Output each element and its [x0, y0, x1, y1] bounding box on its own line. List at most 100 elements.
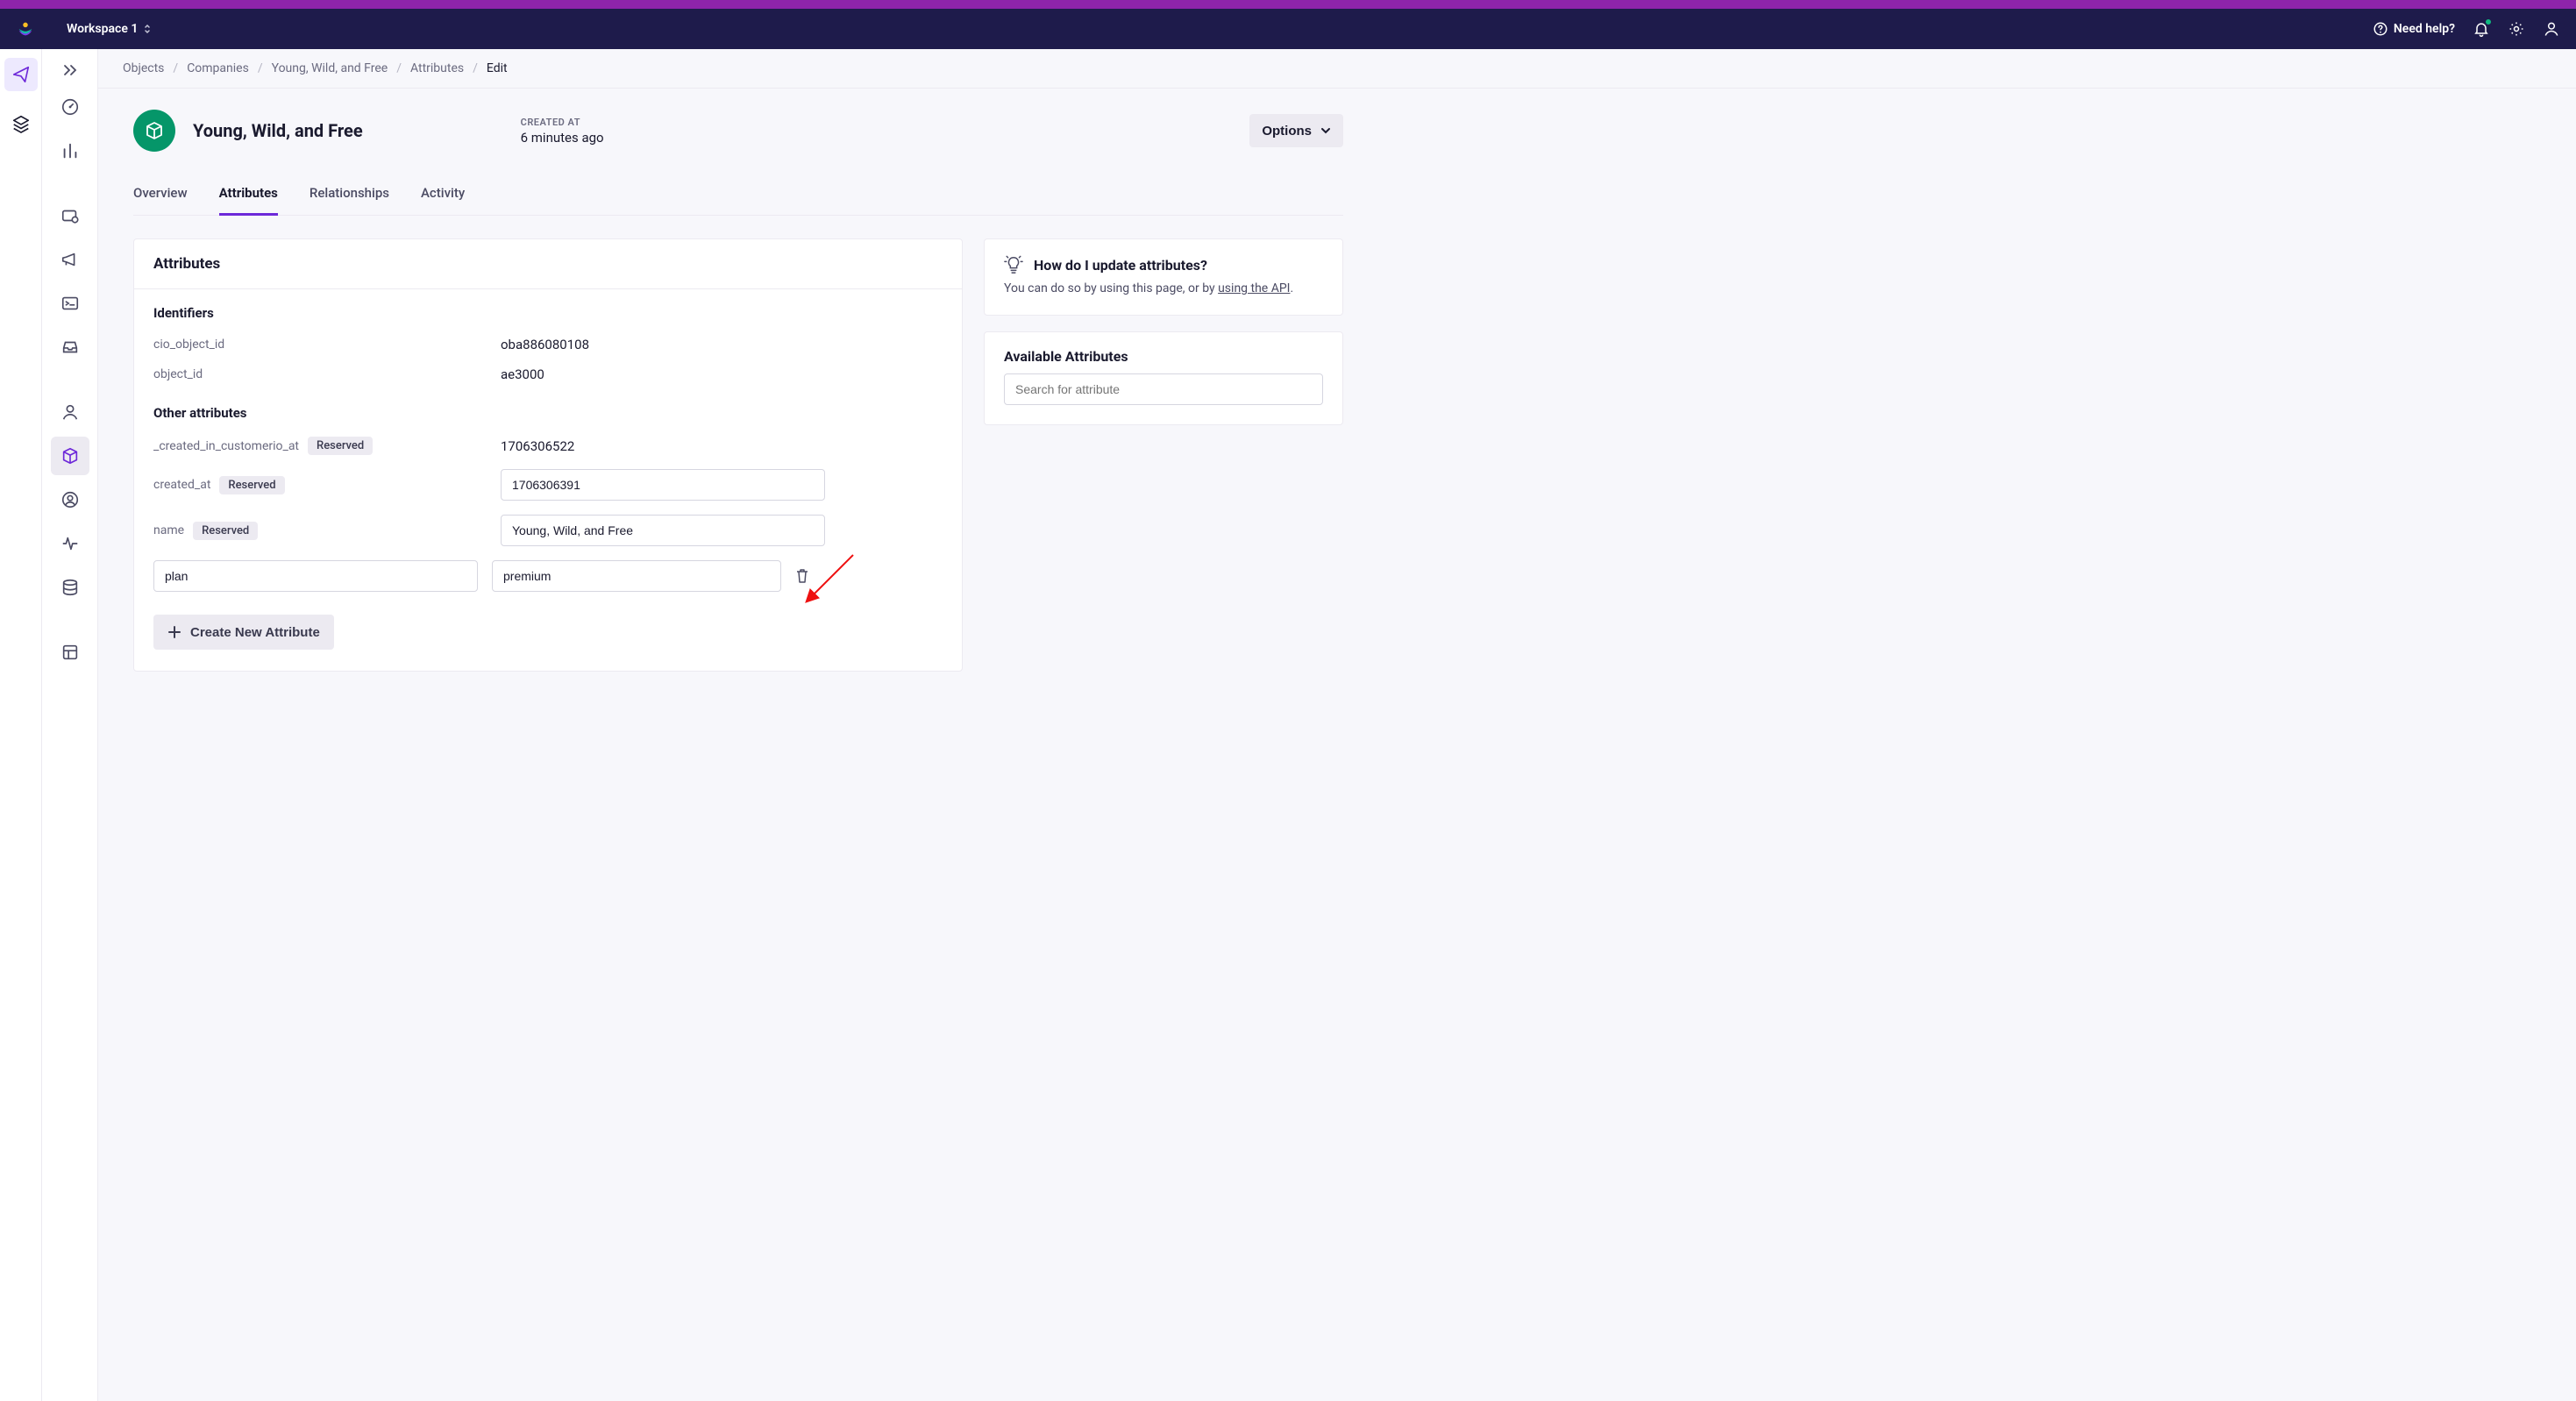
expand-sidebar-button[interactable]	[51, 58, 89, 82]
inner-rail	[42, 49, 98, 1401]
attribute-value-input[interactable]	[501, 515, 825, 546]
lightbulb-icon	[1004, 255, 1023, 274]
identifier-name: cio_object_id	[153, 338, 487, 352]
reserved-badge: Reserved	[308, 437, 373, 455]
attributes-card-title: Attributes	[134, 239, 962, 289]
hint-card: How do I update attributes? You can do s…	[984, 238, 1343, 316]
breadcrumb: Objects / Companies / Young, Wild, and F…	[98, 49, 2576, 89]
available-attributes-title: Available Attributes	[985, 332, 1342, 373]
app-logo-icon	[16, 19, 35, 39]
hint-text-post: .	[1290, 281, 1293, 295]
tab-relationships[interactable]: Relationships	[310, 176, 389, 215]
reserved-badge: Reserved	[193, 522, 258, 540]
nav-data[interactable]	[51, 568, 89, 607]
attribute-value: 1706306522	[501, 438, 574, 454]
pulse-icon	[60, 534, 80, 553]
delete-attribute-button[interactable]	[795, 568, 809, 584]
attribute-value-input[interactable]	[501, 469, 825, 501]
chevron-down-icon	[1320, 125, 1331, 136]
breadcrumb-attributes[interactable]: Attributes	[410, 61, 464, 75]
person-circle-icon	[60, 490, 80, 509]
identifier-row: object_id ae3000	[153, 359, 943, 389]
rail-nav-primary[interactable]	[4, 58, 38, 91]
nav-segments[interactable]	[51, 480, 89, 519]
identifier-row: cio_object_id oba886080108	[153, 330, 943, 359]
object-avatar	[133, 110, 175, 152]
create-attribute-button[interactable]: Create New Attribute	[153, 615, 334, 650]
workspace-switcher[interactable]: Workspace 1	[67, 22, 152, 36]
attribute-name: created_at	[153, 478, 210, 492]
breadcrumb-current: Edit	[487, 61, 508, 75]
available-attributes-card: Available Attributes	[984, 331, 1343, 425]
rail-nav-secondary[interactable]	[4, 107, 38, 140]
nav-analytics[interactable]	[51, 132, 89, 170]
attribute-name-input[interactable]	[153, 560, 478, 592]
attributes-card: Attributes Identifiers cio_object_id oba…	[133, 238, 963, 672]
created-at-block: CREATED AT 6 minutes ago	[521, 117, 604, 146]
notification-dot-icon	[2485, 18, 2492, 25]
created-at-value: 6 minutes ago	[521, 130, 604, 146]
inbox-icon	[60, 338, 80, 357]
hint-api-link[interactable]: using the API	[1218, 281, 1290, 295]
paper-plane-icon	[11, 65, 31, 84]
created-at-label: CREATED AT	[521, 117, 604, 128]
breadcrumb-companies[interactable]: Companies	[187, 61, 249, 75]
tab-overview[interactable]: Overview	[133, 176, 188, 215]
options-label: Options	[1262, 124, 1312, 139]
layers-icon	[11, 114, 31, 133]
question-circle-icon	[2373, 21, 2388, 37]
top-nav: Workspace 1 Need help?	[0, 9, 2576, 49]
attribute-row-editable: created_at Reserved	[153, 462, 943, 508]
cube-icon	[144, 120, 165, 141]
nav-broadcasts[interactable]	[51, 240, 89, 279]
breadcrumb-objects[interactable]: Objects	[123, 61, 164, 75]
hint-body: You can do so by using this page, or by …	[985, 281, 1342, 315]
megaphone-icon	[60, 250, 80, 269]
outer-rail	[0, 49, 42, 1401]
tabs: Overview Attributes Relationships Activi…	[133, 176, 1343, 216]
workspace-label: Workspace 1	[67, 22, 138, 36]
reserved-badge: Reserved	[219, 476, 284, 494]
breadcrumb-separator: /	[258, 61, 263, 75]
identifiers-title: Identifiers	[153, 305, 943, 321]
help-link[interactable]: Need help?	[2373, 21, 2455, 37]
nav-dashboard[interactable]	[51, 88, 89, 126]
available-attributes-search-input[interactable]	[1004, 373, 1323, 405]
attribute-name: _created_in_customerio_at	[153, 439, 299, 453]
attribute-row-readonly: _created_in_customerio_at Reserved 17063…	[153, 430, 943, 462]
nav-content[interactable]	[51, 633, 89, 672]
nav-transactional[interactable]	[51, 284, 89, 323]
nav-people[interactable]	[51, 393, 89, 431]
tab-activity[interactable]: Activity	[421, 176, 465, 215]
tab-attributes[interactable]: Attributes	[219, 176, 278, 216]
notifications-button[interactable]	[2473, 20, 2490, 38]
nav-deliveries[interactable]	[51, 328, 89, 366]
trash-icon	[795, 568, 809, 584]
attribute-row-editable: name Reserved	[153, 508, 943, 553]
breadcrumb-separator: /	[473, 61, 478, 75]
identifier-value: oba886080108	[501, 337, 589, 352]
hint-title: How do I update attributes?	[1034, 257, 1207, 274]
nav-goals[interactable]	[51, 196, 89, 235]
account-button[interactable]	[2543, 20, 2560, 38]
identifier-value: ae3000	[501, 366, 544, 382]
hint-text-pre: You can do so by using this page, or by	[1004, 281, 1218, 295]
nav-activity[interactable]	[51, 524, 89, 563]
other-attributes-title: Other attributes	[153, 405, 943, 421]
options-button[interactable]: Options	[1249, 114, 1343, 147]
attribute-name: name	[153, 523, 184, 537]
database-icon	[60, 578, 80, 597]
breadcrumb-separator: /	[173, 61, 178, 75]
nav-objects[interactable]	[51, 437, 89, 475]
page-title: Young, Wild, and Free	[193, 120, 363, 141]
gauge-icon	[60, 97, 80, 117]
plus-icon	[167, 625, 181, 639]
attribute-value-input[interactable]	[492, 560, 781, 592]
chevrons-right-icon	[61, 63, 79, 77]
gear-icon	[2508, 20, 2525, 38]
page-header: Young, Wild, and Free CREATED AT 6 minut…	[133, 110, 1343, 152]
settings-button[interactable]	[2508, 20, 2525, 38]
breadcrumb-object-name[interactable]: Young, Wild, and Free	[272, 61, 388, 75]
person-icon	[60, 402, 80, 422]
brand-stripe	[0, 0, 2576, 9]
